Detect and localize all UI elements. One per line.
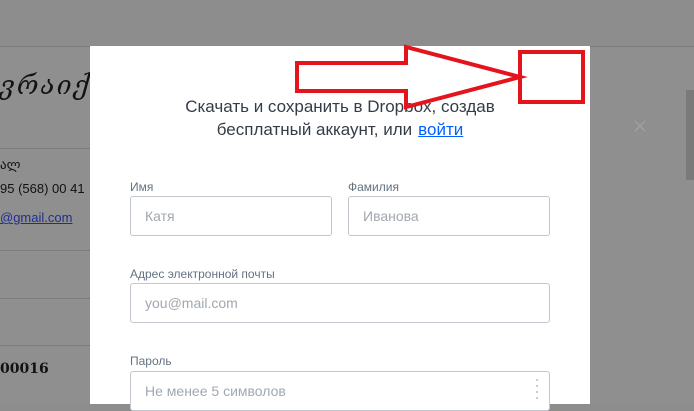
modal-title-line1: Скачать и сохранить в Dropbox, создав [185, 97, 495, 116]
background-right-panel [590, 46, 694, 404]
background-heading: ვრაიქ [0, 71, 91, 101]
password-manager-icon [536, 379, 540, 399]
email-label: Адрес электронной почты [130, 267, 275, 281]
close-icon [634, 120, 646, 132]
background-divider [590, 46, 694, 47]
page-scrollbar-thumb[interactable] [686, 90, 694, 180]
background-divider [0, 345, 90, 346]
background-divider [0, 298, 90, 299]
last-name-input[interactable] [348, 196, 550, 236]
background-divider [0, 148, 90, 149]
first-name-input[interactable] [130, 196, 332, 236]
password-label: Пароль [130, 354, 172, 368]
background-code: 00016 [0, 361, 49, 377]
background-email-link: @gmail.com [0, 210, 73, 225]
close-button[interactable] [620, 108, 660, 144]
background-phone: 95 (568) 00 41 [0, 181, 85, 196]
email-input[interactable] [130, 283, 550, 323]
modal-title-line2: бесплатный аккаунт, или [216, 120, 413, 139]
login-link[interactable]: войти [418, 120, 463, 139]
background-divider [0, 46, 90, 47]
last-name-label: Фамилия [348, 180, 399, 194]
password-input[interactable] [130, 371, 550, 411]
first-name-label: Имя [130, 180, 154, 194]
background-divider [0, 250, 90, 251]
signup-modal: Скачать и сохранить в Dropbox, создав бе… [90, 46, 646, 411]
modal-title: Скачать и сохранить в Dropbox, создав бе… [90, 95, 590, 141]
background-text: ალ [0, 157, 21, 172]
